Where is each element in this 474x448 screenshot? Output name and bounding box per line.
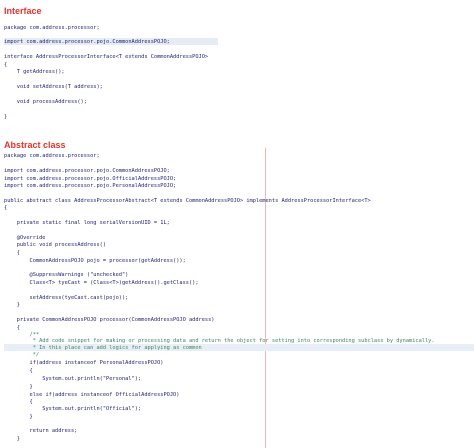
code-line: void processAddress(); — [4, 99, 87, 105]
code-line: public void processAddress() — [4, 242, 107, 248]
code-line: private static final long serialVersionU… — [4, 220, 170, 226]
code-line: T getAddress(); — [4, 69, 65, 75]
code-line: } — [4, 436, 20, 442]
code-line: } — [4, 384, 33, 390]
code-line: interface AddressProcessorInterface<T ex… — [4, 54, 209, 60]
code-line: } — [4, 414, 33, 420]
code-line: import com.address.processor.pojo.Common… — [4, 39, 170, 45]
code-line: void setAddress(T address); — [4, 84, 103, 90]
code-line: */ — [4, 352, 40, 358]
code-line: { — [4, 205, 8, 211]
code-line: import com.address.processor.pojo.Common… — [4, 168, 170, 174]
code-line: System.out.println("Personal"); — [4, 376, 142, 382]
print-margin-line — [265, 148, 266, 448]
interface-heading: Interface — [4, 6, 42, 16]
code-line: } — [4, 302, 20, 308]
code-line: return address; — [4, 428, 78, 434]
abstract-class-heading: Abstract class — [4, 140, 66, 150]
code-line: if(address instanceof PersonalAddressPOJ… — [4, 360, 164, 366]
code-line: package com.address.processor; — [4, 25, 100, 31]
code-line: Class<T> tyeCast = (Class<T>)getAddress(… — [4, 280, 199, 286]
code-line: public abstract class AddressProcessorAb… — [4, 198, 371, 204]
code-line: } — [4, 114, 8, 120]
code-line: setAddress(tyeCast.cast(pojo)); — [4, 295, 129, 301]
code-line: CommonAddressPOJO pojo = processor(getAd… — [4, 258, 186, 264]
code-line: { — [4, 368, 33, 374]
code-line: package com.address.processor; — [4, 153, 100, 159]
code-line: import com.address.processor.pojo.Person… — [4, 183, 177, 189]
code-line: { — [4, 250, 20, 256]
code-line: @SuppressWarnings ("unchecked") — [4, 272, 129, 278]
code-line: private CommonAddressPOJO processor(Comm… — [4, 317, 215, 323]
code-line: System.out.println("Official"); — [4, 406, 142, 412]
